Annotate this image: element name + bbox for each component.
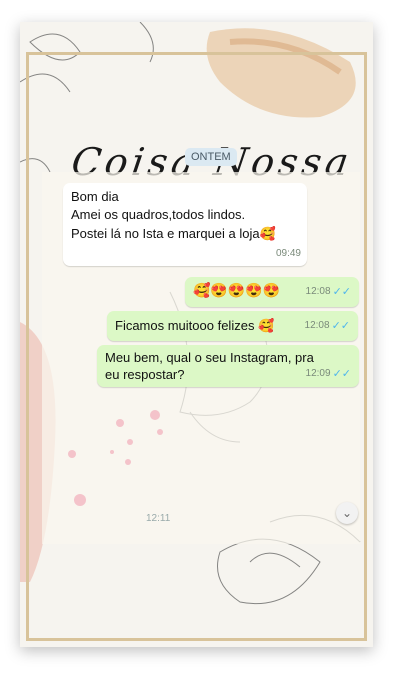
double-check-icon: ✓✓	[332, 368, 351, 380]
message-line: Bom dia	[71, 189, 119, 204]
message-time: 09:49	[275, 248, 301, 259]
message-line: eu respostar?	[105, 367, 185, 382]
message-time: 12:08	[304, 320, 330, 331]
message-line: Amei os quadros,todos lindos.	[71, 207, 246, 222]
peek-time: 12:11	[146, 513, 171, 524]
message-time: 12:09	[305, 368, 331, 379]
message-incoming[interactable]: Bom dia Amei os quadros,todos lindos. Po…	[63, 183, 307, 266]
message-time: 12:08	[305, 286, 331, 297]
message-text: Ficamos muitooo felizes 🥰	[115, 318, 275, 333]
message-line: Meu bem, qual o seu Instagram, pra	[105, 350, 314, 365]
scroll-down-button[interactable]: ⌄	[336, 502, 358, 524]
double-check-icon: ✓✓	[332, 286, 351, 298]
message-line: Postei lá no Ista e marquei a loja🥰	[71, 226, 276, 241]
message-text: 🥰😍😍😍😍	[193, 282, 281, 298]
double-chevron-down-icon: ⌄	[341, 506, 353, 520]
message-outgoing[interactable]: Meu bem, qual o seu Instagram, pra eu re…	[97, 345, 359, 387]
date-chip: ONTEM	[185, 148, 237, 166]
double-check-icon: ✓✓	[331, 320, 350, 332]
message-outgoing[interactable]: 🥰😍😍😍😍 12:08 ✓✓	[185, 277, 359, 307]
message-outgoing[interactable]: Ficamos muitooo felizes 🥰 12:08 ✓✓	[107, 311, 358, 341]
